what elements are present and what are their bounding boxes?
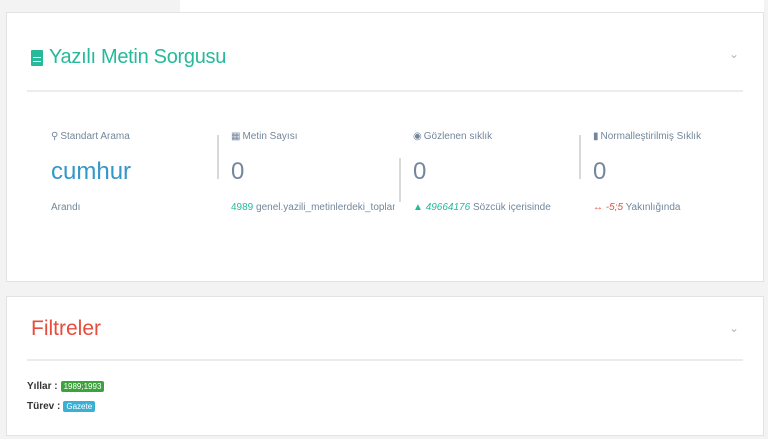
top-strip (180, 0, 764, 12)
document-icon (31, 49, 43, 66)
stat-label: Gözlenen sıklık (423, 131, 493, 142)
stat-value: 0 (413, 158, 427, 185)
stat-sub: 4989 genel.yazili_metinlerdeki_toplam_s (231, 202, 395, 213)
left-right-arrow-icon: ↔ (593, 202, 606, 213)
chevron-down-icon[interactable]: ⌄ (729, 47, 739, 61)
stat-value: cumhur (51, 158, 132, 185)
divider (217, 135, 219, 179)
divider (579, 135, 581, 179)
query-panel-title: Yazılı Metin Sorgusu (31, 46, 226, 69)
stat-normalized-frequency: ▮ Normalleştirilmiş Sıklık 0 ↔ -5;5 Yakı… (593, 131, 753, 213)
bars-icon: ▮ (593, 131, 599, 142)
query-panel-header: Yazılı Metin Sorgusu ⌄ (27, 13, 743, 92)
stat-label: Standart Arama (60, 131, 130, 142)
stat-sub: ▲ 49664176 Sözcük içerisinde (413, 202, 551, 213)
search-icon: ⚲ (51, 131, 59, 142)
stat-value: 0 (231, 158, 245, 185)
divider (399, 158, 401, 202)
up-arrow-icon: ▲ (413, 202, 426, 213)
stat-sub: Arandı (51, 202, 81, 213)
file-icon: ▦ (231, 131, 241, 142)
filters-panel-header: Filtreler ⌄ (27, 297, 743, 361)
filter-years: Yıllar : 1989;1993 (27, 381, 105, 392)
stat-text-count: ▦ Metin Sayısı 0 4989 genel.yazili_metin… (231, 131, 395, 213)
query-panel: Yazılı Metin Sorgusu ⌄ ⚲ Standart Arama … (6, 12, 764, 282)
eye-icon: ◉ (413, 131, 422, 142)
filter-derivative: Türev : Gazete (27, 401, 96, 412)
stat-sub: ↔ -5;5 Yakınlığında (593, 202, 681, 213)
stat-value: 0 (593, 158, 607, 185)
filter-tag: Gazete (63, 401, 96, 412)
stat-standard-search: ⚲ Standart Arama cumhur Arandı (51, 131, 211, 213)
filters-panel: Filtreler ⌄ Yıllar : 1989;1993 Türev : G… (6, 296, 764, 436)
stat-observed-frequency: ◉ Gözlenen sıklık 0 ▲ 49664176 Sözcük iç… (413, 131, 573, 213)
chevron-down-icon[interactable]: ⌄ (729, 321, 739, 335)
stat-label: Normalleştirilmiş Sıklık (600, 131, 702, 142)
stat-label: Metin Sayısı (242, 131, 298, 142)
filter-tag: 1989;1993 (60, 381, 105, 392)
filters-title: Filtreler (31, 317, 102, 340)
